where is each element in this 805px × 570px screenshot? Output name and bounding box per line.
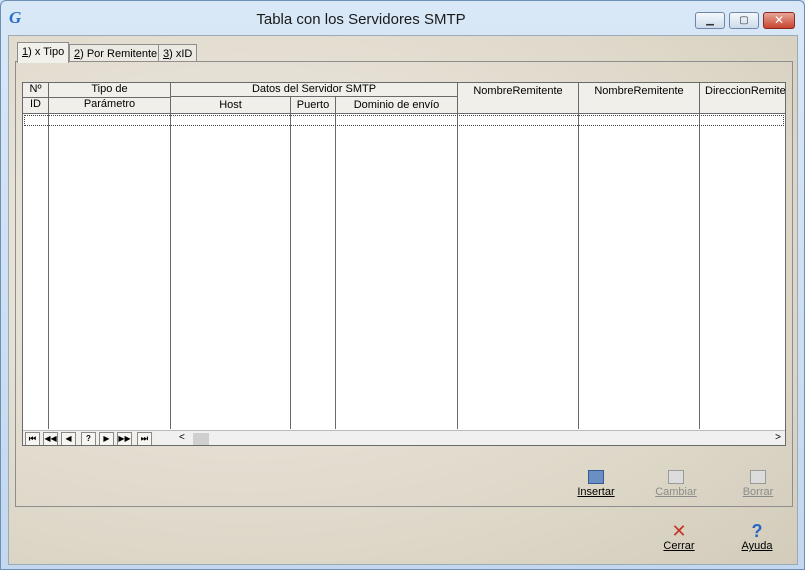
col-header-dominio[interactable]: Dominio de envío: [336, 97, 458, 114]
grid-column: [171, 114, 291, 429]
grid-column: [49, 114, 171, 429]
tab-panel: Nº ID Tipo de Parámetro Datos del Servid…: [15, 61, 793, 507]
nav-next-page-button[interactable]: ▶▶: [117, 432, 132, 445]
tab-label: ) x Tipo: [28, 46, 65, 58]
col-header-tipo[interactable]: Tipo de Parámetro: [49, 83, 171, 114]
help-icon: ?: [751, 521, 763, 541]
col-header-nombre-2[interactable]: NombreRemitente: [579, 83, 700, 114]
borrar-button[interactable]: Borrar: [728, 470, 788, 498]
tab-por-remitente[interactable]: 2) Por Remitente: [69, 44, 163, 62]
ayuda-label: Ayuda: [741, 540, 773, 552]
cerrar-label: Cerrar: [663, 540, 695, 552]
header-text: Nº: [29, 83, 42, 95]
horizontal-scrollbar[interactable]: < >: [157, 432, 785, 445]
client-area: 1) x Tipo 2) Por Remitente 3) xID Nº ID …: [8, 35, 798, 565]
maximize-button[interactable]: ▢: [729, 12, 759, 29]
header-text: Tipo de: [91, 83, 128, 95]
grid-column: [458, 114, 579, 429]
nav-prev-page-button[interactable]: ◀◀: [43, 432, 58, 445]
borrar-label: Borrar: [742, 486, 774, 498]
cambiar-button[interactable]: Cambiar: [646, 470, 706, 498]
grid-column: [579, 114, 700, 429]
insertar-button[interactable]: Insertar: [566, 470, 626, 498]
col-header-id[interactable]: Nº ID: [23, 83, 49, 114]
nav-first-button[interactable]: ⏮: [25, 432, 40, 445]
col-header-host[interactable]: Host: [171, 97, 291, 114]
col-header-direccion[interactable]: DireccionRemiter: [700, 83, 785, 114]
servers-grid[interactable]: Nº ID Tipo de Parámetro Datos del Servid…: [22, 82, 786, 446]
grid-column: [700, 114, 785, 429]
grid-column: [336, 114, 458, 429]
nav-prev-button[interactable]: ◀: [61, 432, 76, 445]
tab-label: ) Por Remitente: [80, 48, 158, 60]
title-bar[interactable]: G Tabla con los Servidores SMTP ▁ ▢ ✕: [1, 1, 804, 35]
nav-search-button[interactable]: ?: [81, 432, 96, 445]
scroll-left-icon[interactable]: <: [179, 432, 185, 443]
table-row[interactable]: [24, 115, 784, 126]
tab-x-tipo[interactable]: 1) x Tipo: [17, 42, 70, 63]
scroll-thumb[interactable]: [193, 433, 209, 445]
tab-label: ) xID: [169, 48, 193, 60]
nav-last-button[interactable]: ⏭: [137, 432, 152, 445]
window-title: Tabla con los Servidores SMTP: [256, 11, 466, 28]
grid-nav-bar: ⏮ ◀◀ ◀ ? ▶ ▶▶ ⏭ < >: [23, 430, 785, 445]
header-text: Parámetro: [49, 97, 170, 110]
nav-next-button[interactable]: ▶: [99, 432, 114, 445]
minimize-button[interactable]: ▁: [695, 12, 725, 29]
insert-icon: [588, 470, 604, 484]
close-x-icon: ✕: [671, 521, 687, 541]
grid-header: Nº ID Tipo de Parámetro Datos del Servid…: [23, 83, 785, 114]
main-window: G Tabla con los Servidores SMTP ▁ ▢ ✕ 1)…: [0, 0, 805, 570]
scroll-right-icon[interactable]: >: [775, 432, 781, 443]
header-text: ID: [23, 97, 48, 110]
grid-column: [23, 114, 49, 429]
window-close-button[interactable]: ✕: [763, 12, 795, 29]
tab-xid[interactable]: 3) xID: [158, 44, 198, 62]
col-header-puerto[interactable]: Puerto: [291, 97, 336, 114]
col-group-header: Datos del Servidor SMTP: [171, 83, 458, 97]
cerrar-button[interactable]: ✕ Cerrar: [649, 521, 709, 552]
ayuda-button[interactable]: ? Ayuda: [727, 521, 787, 552]
insertar-label: Insertar: [577, 486, 615, 498]
col-header-nombre-1[interactable]: NombreRemitente: [458, 83, 579, 114]
cambiar-label: Cambiar: [655, 486, 697, 498]
edit-icon: [668, 470, 684, 484]
delete-icon: [750, 470, 766, 484]
grid-column: [291, 114, 336, 429]
